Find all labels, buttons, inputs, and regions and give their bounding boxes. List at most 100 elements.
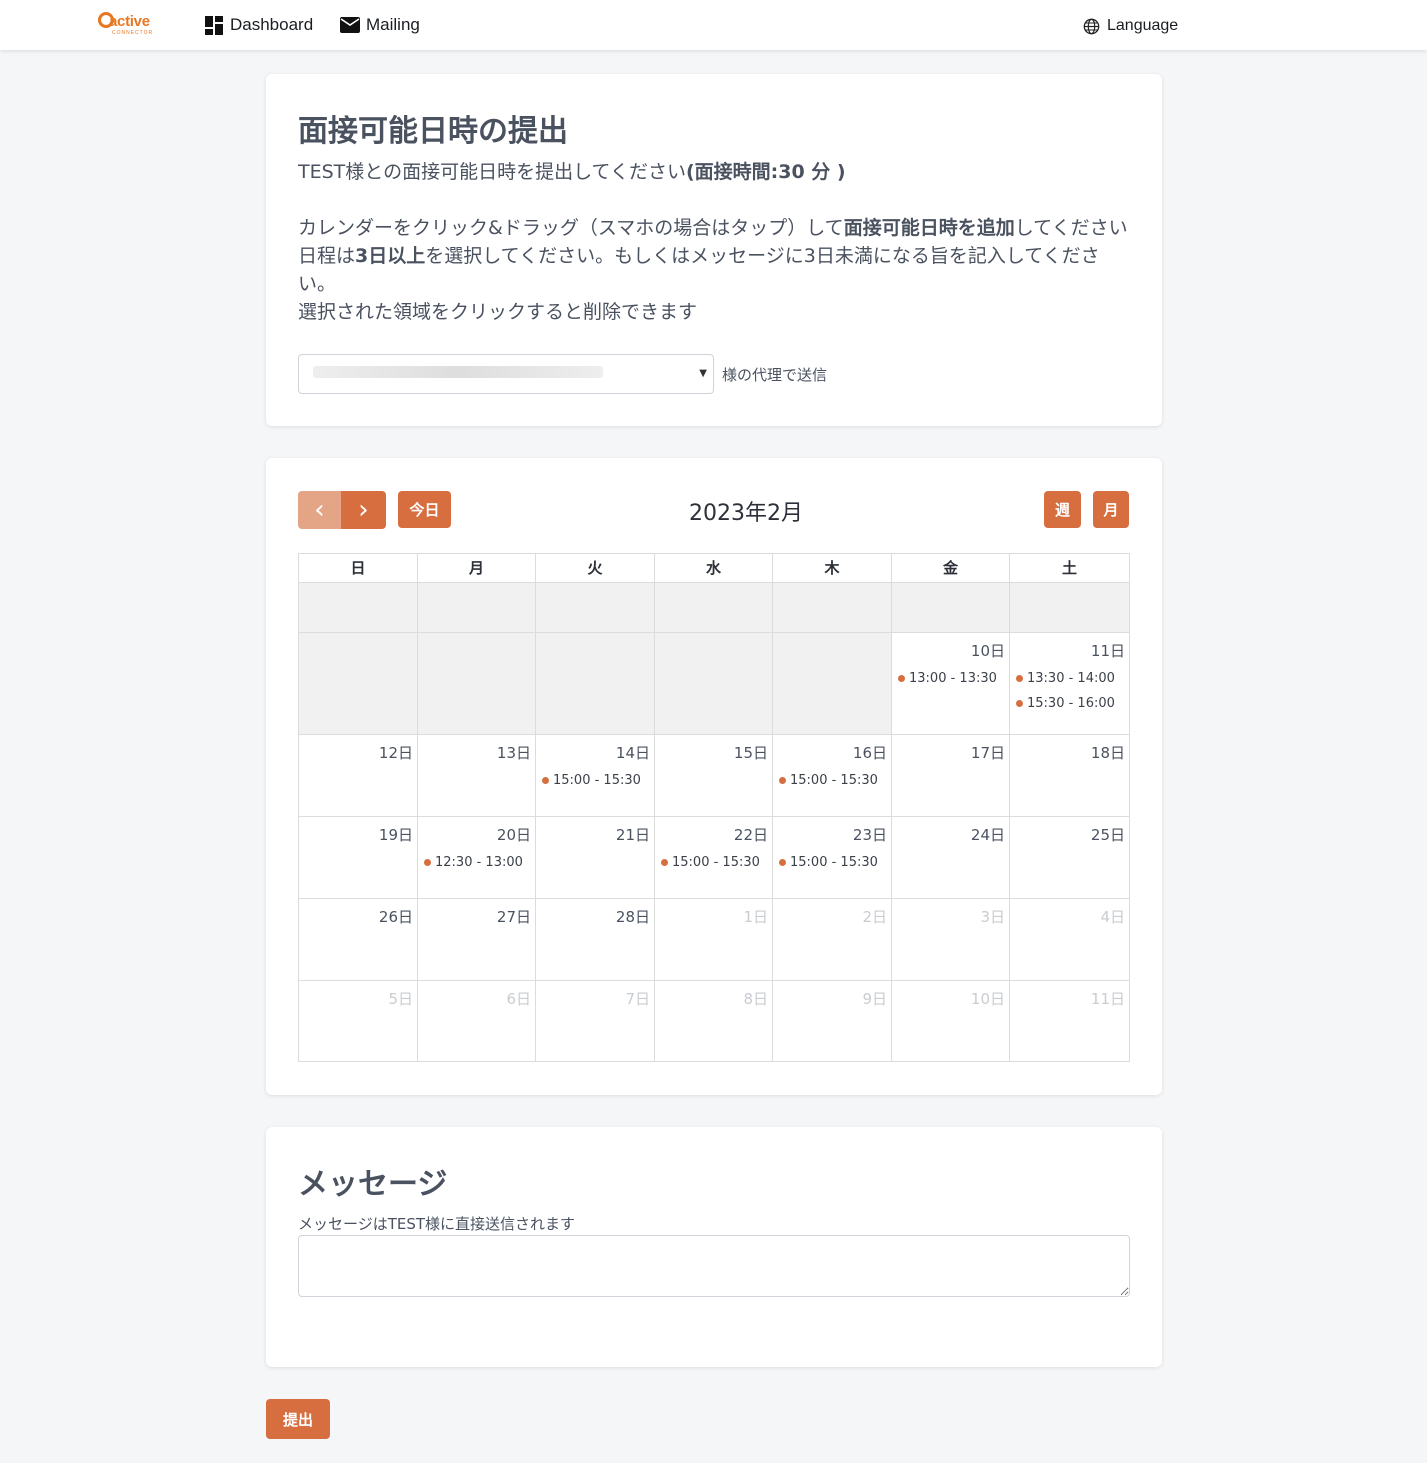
- calendar-week-row: 19日 20日 12:30 - 13:00 21日 22日 15:00 - 15:30 23…: [299, 817, 1130, 899]
- submit-button[interactable]: 提出: [266, 1399, 330, 1439]
- calendar-day-cell[interactable]: [418, 633, 536, 735]
- availability-event[interactable]: 13:00 - 13:30: [898, 669, 997, 687]
- day-number: 17日: [970, 744, 1005, 762]
- availability-event[interactable]: 15:00 - 15:30: [542, 771, 641, 789]
- calendar-day-cell[interactable]: 23日 15:00 - 15:30: [773, 817, 892, 899]
- calendar-day-cell[interactable]: [773, 583, 892, 633]
- proxy-user-select[interactable]: ▼: [298, 354, 714, 394]
- calendar-week-row: 26日 27日 28日 1日 2日 3日 4日: [299, 899, 1130, 981]
- prev-month-button[interactable]: ‹: [298, 491, 341, 529]
- calendar-day-cell[interactable]: [299, 583, 418, 633]
- message-card: メッセージ メッセージはTEST様に直接送信されます: [266, 1127, 1162, 1367]
- calendar-day-cell[interactable]: [892, 583, 1010, 633]
- day-number: 8日: [743, 990, 768, 1008]
- calendar-day-cell[interactable]: [418, 583, 536, 633]
- day-number: 20日: [496, 826, 531, 844]
- instruction-line-3: 日程は3日以上を選択してください。もしくはメッセージに3日未満になる旨を記入して…: [298, 242, 1130, 298]
- calendar-day-cell[interactable]: 11日: [1010, 981, 1130, 1062]
- language-button[interactable]: Language: [1071, 10, 1190, 42]
- calendar-day-cell[interactable]: 3日: [892, 899, 1010, 981]
- availability-event[interactable]: 15:00 - 15:30: [661, 853, 760, 871]
- calendar-day-cell[interactable]: 4日: [1010, 899, 1130, 981]
- availability-event[interactable]: 15:00 - 15:30: [779, 853, 878, 871]
- today-button[interactable]: 今日: [398, 491, 451, 528]
- day-number: 24日: [970, 826, 1005, 844]
- event-dot-icon: [661, 858, 668, 866]
- day-number: 25日: [1090, 826, 1125, 844]
- calendar-day-cell[interactable]: 7日: [536, 981, 655, 1062]
- calendar-day-cell[interactable]: 8日: [655, 981, 773, 1062]
- day-number: 4日: [1100, 908, 1125, 926]
- calendar-day-cell[interactable]: 11日 13:30 - 14:00 15:30 - 16:00: [1010, 633, 1130, 735]
- calendar-day-cell[interactable]: 16日 15:00 - 15:30: [773, 735, 892, 817]
- calendar-day-cell[interactable]: 5日: [299, 981, 418, 1062]
- calendar-day-cell[interactable]: 17日: [892, 735, 1010, 817]
- logo-subtext: CONNECTOR: [112, 30, 154, 36]
- calendar-day-cell[interactable]: 28日: [536, 899, 655, 981]
- calendar-day-cell[interactable]: [773, 633, 892, 735]
- event-time: 15:00 - 15:30: [672, 854, 760, 870]
- instruction-line-1: TEST様との面接可能日時を提出してください(面接時間:30 分 ): [298, 158, 1130, 186]
- weekday-3: 水: [655, 554, 773, 583]
- calendar-day-cell[interactable]: 2日: [773, 899, 892, 981]
- day-number: 14日: [615, 744, 650, 762]
- day-number: 27日: [496, 908, 531, 926]
- calendar-day-cell[interactable]: 27日: [418, 899, 536, 981]
- calendar-day-cell[interactable]: [536, 583, 655, 633]
- instruction-2-bold: 面接可能日時を追加: [843, 217, 1015, 239]
- instruction-3-text: 日程は: [298, 245, 356, 267]
- nav-dashboard[interactable]: Dashboard: [205, 14, 313, 36]
- weekday-header: 日月火水木金土: [299, 554, 1130, 583]
- day-number: 10日: [970, 990, 1005, 1008]
- calendar-day-cell[interactable]: 14日 15:00 - 15:30: [536, 735, 655, 817]
- calendar-day-cell[interactable]: 1日: [655, 899, 773, 981]
- week-view-button[interactable]: 週: [1044, 491, 1081, 528]
- interview-card: 面接可能日時の提出 TEST様との面接可能日時を提出してください(面接時間:30…: [266, 74, 1162, 426]
- proxy-label: 様の代理で送信: [722, 365, 828, 384]
- chevron-down-icon: ▼: [699, 368, 707, 379]
- event-dot-icon: [424, 858, 431, 866]
- day-number: 5日: [388, 990, 413, 1008]
- day-number: 1日: [743, 908, 768, 926]
- calendar-day-cell[interactable]: 20日 12:30 - 13:00: [418, 817, 536, 899]
- calendar-day-cell[interactable]: [1010, 583, 1130, 633]
- language-label: Language: [1107, 17, 1179, 34]
- calendar-day-cell[interactable]: 10日: [892, 981, 1010, 1062]
- availability-event[interactable]: 13:30 - 14:00: [1016, 669, 1115, 687]
- calendar-day-cell[interactable]: 13日: [418, 735, 536, 817]
- event-time: 15:00 - 15:30: [553, 772, 641, 788]
- day-number: 21日: [615, 826, 650, 844]
- calendar-day-cell[interactable]: 10日 13:00 - 13:30: [892, 633, 1010, 735]
- calendar-day-cell[interactable]: 6日: [418, 981, 536, 1062]
- calendar-day-cell[interactable]: 12日: [299, 735, 418, 817]
- calendar-day-cell[interactable]: 24日: [892, 817, 1010, 899]
- calendar-day-cell[interactable]: 9日: [773, 981, 892, 1062]
- day-number: 11日: [1090, 642, 1125, 660]
- month-view-button[interactable]: 月: [1093, 491, 1129, 528]
- calendar-day-cell[interactable]: 18日: [1010, 735, 1130, 817]
- next-month-button[interactable]: ›: [341, 491, 386, 529]
- top-navbar: active CONNECTOR Dashboard Mailing Langu…: [0, 0, 1427, 50]
- event-dot-icon: [1016, 674, 1023, 682]
- instruction-1-text: TEST様との面接可能日時を提出してください: [298, 161, 686, 183]
- calendar-day-cell[interactable]: 19日: [299, 817, 418, 899]
- availability-event[interactable]: 12:30 - 13:00: [424, 853, 523, 871]
- message-textarea[interactable]: [298, 1235, 1130, 1297]
- calendar-day-cell[interactable]: 22日 15:00 - 15:30: [655, 817, 773, 899]
- availability-event[interactable]: 15:00 - 15:30: [779, 771, 878, 789]
- calendar-day-cell[interactable]: 26日: [299, 899, 418, 981]
- calendar-day-cell[interactable]: [655, 633, 773, 735]
- calendar-day-cell[interactable]: 21日: [536, 817, 655, 899]
- calendar-day-cell[interactable]: 25日: [1010, 817, 1130, 899]
- calendar-day-cell[interactable]: 15日: [655, 735, 773, 817]
- calendar-day-cell[interactable]: [655, 583, 773, 633]
- calendar-day-cell[interactable]: [536, 633, 655, 735]
- day-number: 9日: [862, 990, 887, 1008]
- logo[interactable]: active CONNECTOR: [98, 10, 158, 40]
- chevron-left-icon: ‹: [314, 495, 325, 525]
- event-time: 13:30 - 14:00: [1027, 670, 1115, 686]
- day-number: 23日: [852, 826, 887, 844]
- calendar-day-cell[interactable]: [299, 633, 418, 735]
- availability-event[interactable]: 15:30 - 16:00: [1016, 694, 1115, 712]
- nav-mailing[interactable]: Mailing: [340, 14, 420, 36]
